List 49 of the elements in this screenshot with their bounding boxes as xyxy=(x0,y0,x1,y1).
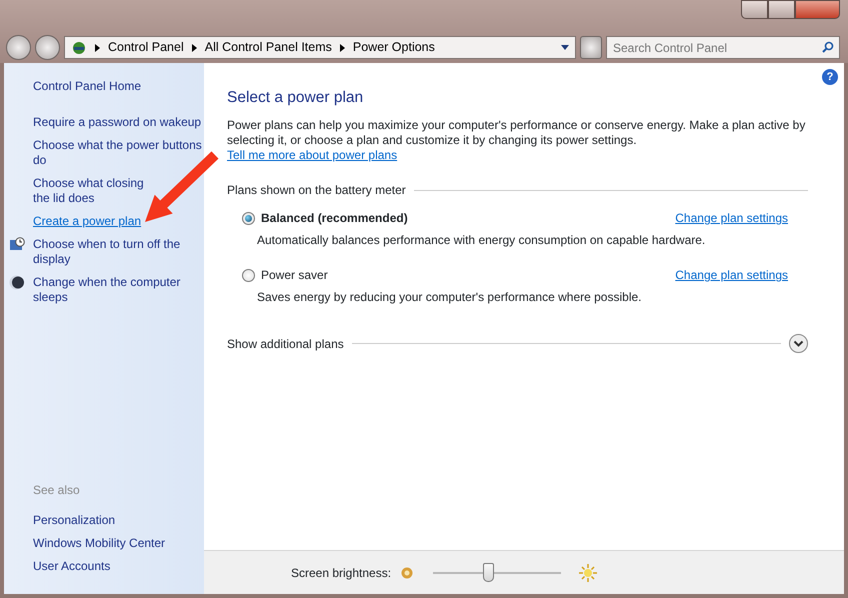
help-link[interactable]: Tell me more about power plans xyxy=(227,148,398,162)
back-button[interactable] xyxy=(6,35,31,60)
breadcrumb-link[interactable]: All Control Panel Items xyxy=(204,38,332,57)
search-field[interactable]: Search Control Panel xyxy=(606,36,840,59)
minimize-button[interactable] xyxy=(741,0,768,19)
address-bar[interactable]: Control Panel All Control Panel Items Power Options xyxy=(64,36,576,59)
crumb-arrow-icon xyxy=(95,44,100,52)
plan-name: Power saver xyxy=(261,267,328,284)
crumb-arrow-icon xyxy=(192,44,197,52)
dim-sun-icon xyxy=(401,566,414,578)
sidebar-link[interactable]: Change when the computer sleeps xyxy=(33,275,204,305)
sidebar-link[interactable]: Require a password on wakeup xyxy=(33,115,202,130)
plan-name: Balanced (recommended) xyxy=(261,210,408,228)
page-title: Select a power plan xyxy=(227,88,364,108)
brightness-label: Screen brightness: xyxy=(290,564,392,582)
change-plan-link[interactable]: Change plan settings xyxy=(675,209,788,228)
intro-paragraph: Power plans can help you maximize your computer's performance or conserve energy. Make a plan active by selecting it, or choose a plan and customize it by changing its power settings. Tell me more about power plans xyxy=(227,118,806,164)
sidebar-link[interactable]: Personalization xyxy=(33,513,204,528)
refresh-button[interactable] xyxy=(580,36,602,59)
change-plan-link[interactable]: Change plan settings xyxy=(675,266,788,284)
breadcrumb-link[interactable]: Control Panel xyxy=(108,38,184,57)
moon-icon xyxy=(9,275,24,290)
slider-thumb[interactable] xyxy=(483,562,494,582)
see-also-heading: See also xyxy=(33,482,81,499)
maximize-button[interactable] xyxy=(768,0,795,19)
plan-description: Saves energy by reducing your computer's performance where possible. xyxy=(257,289,642,306)
sidebar-link[interactable]: User Accounts xyxy=(33,559,204,574)
radio-button[interactable] xyxy=(242,212,255,225)
bright-sun-icon xyxy=(579,564,598,582)
expand-button[interactable] xyxy=(789,334,808,354)
plan-description: Automatically balances performance with energy consumption on capable hardware. xyxy=(257,232,706,250)
sidebar-link[interactable]: Choose when to turn off the display xyxy=(33,237,204,267)
forward-button[interactable] xyxy=(35,35,60,60)
show-more-label: Show additional plans xyxy=(227,336,344,353)
clock-monitor-icon xyxy=(9,237,25,253)
sidebar-link[interactable]: Create a power plan xyxy=(33,214,142,229)
control-panel-icon xyxy=(71,40,87,56)
sidebar-link[interactable]: Choose what the power buttons do xyxy=(33,138,204,168)
breadcrumb-link[interactable]: Power Options xyxy=(352,38,435,57)
close-button[interactable] xyxy=(795,0,840,19)
crumb-arrow-icon xyxy=(340,44,345,52)
sidebar-link[interactable]: Control Panel Home xyxy=(33,79,204,94)
group-heading: Plans shown on the battery meter xyxy=(227,182,406,200)
sidebar-link[interactable]: Choose what closing the lid does xyxy=(33,176,148,206)
help-button[interactable]: ? xyxy=(822,69,838,85)
dropdown-arrow-icon[interactable] xyxy=(561,45,569,50)
search-icon xyxy=(822,41,834,53)
sidebar-link[interactable]: Windows Mobility Center xyxy=(33,536,204,551)
radio-button[interactable] xyxy=(242,268,255,282)
